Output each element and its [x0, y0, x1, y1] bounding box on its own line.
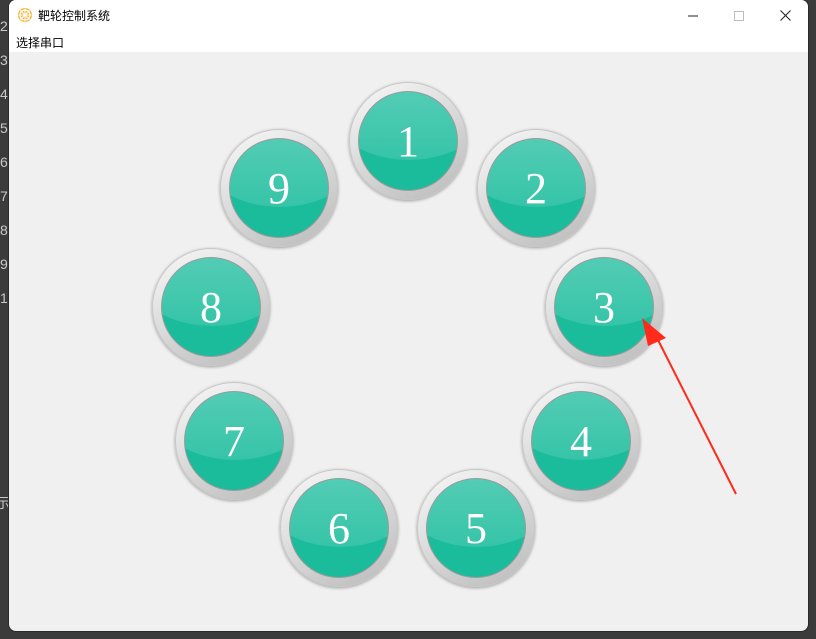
annotation-arrow-icon	[642, 318, 737, 495]
